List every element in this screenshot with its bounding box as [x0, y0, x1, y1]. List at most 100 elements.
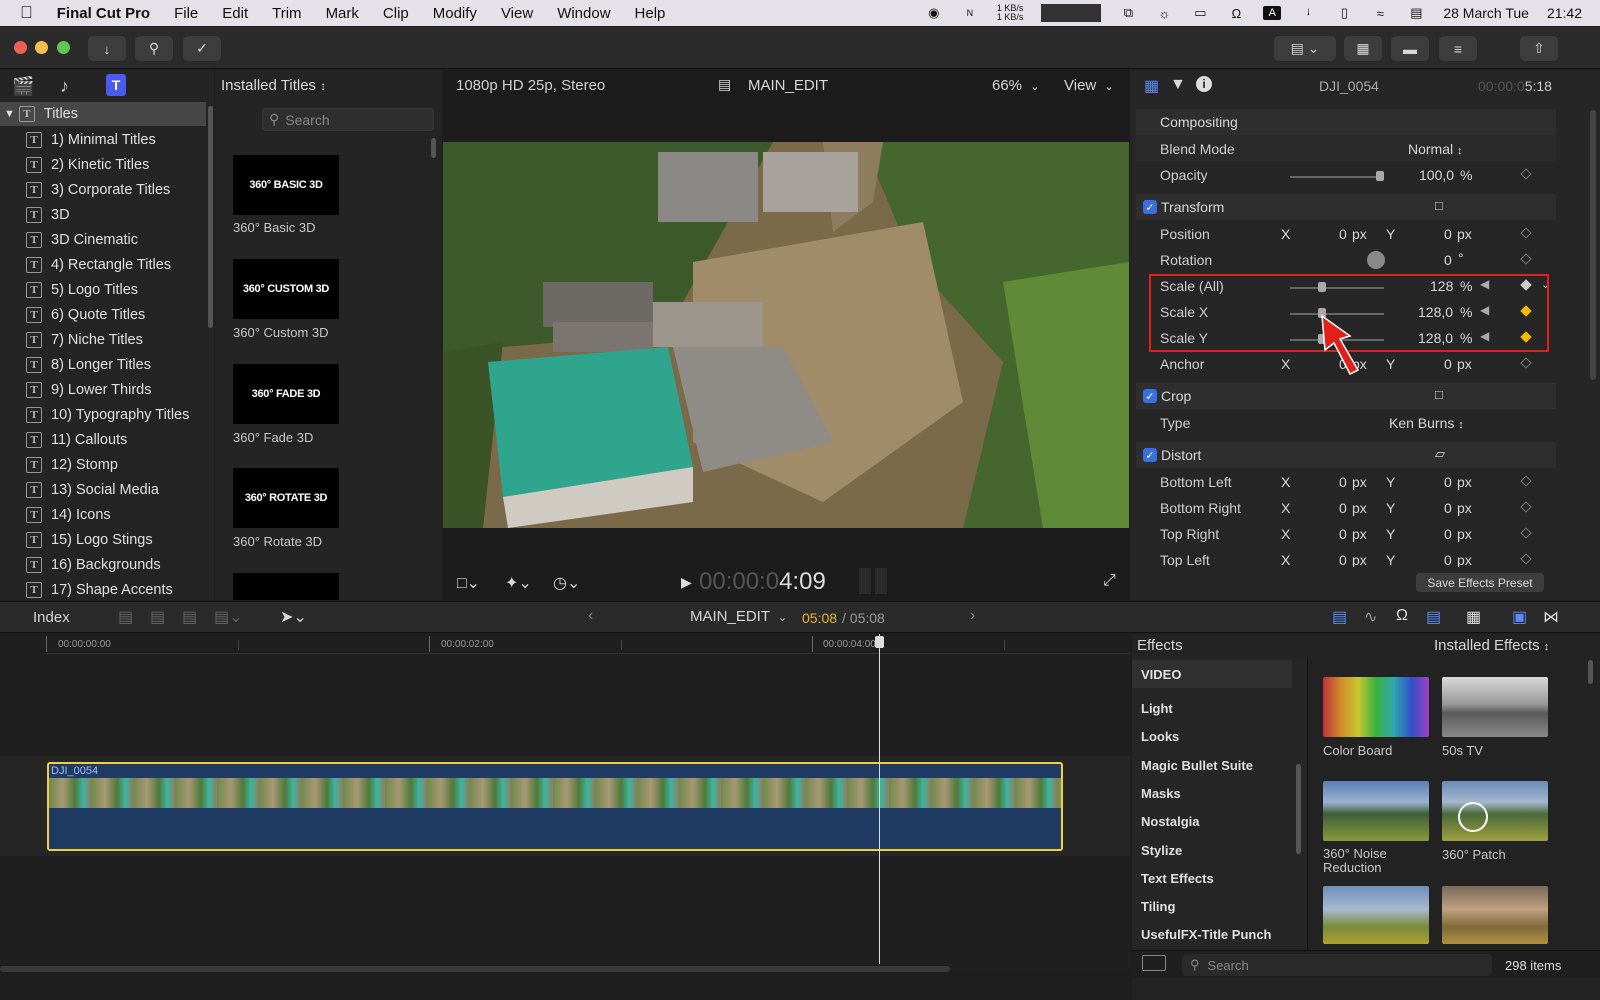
effect-thumb-partial[interactable] — [1442, 886, 1548, 944]
transform-tool-icon[interactable]: □⌄ — [457, 573, 480, 593]
updown-chevron-icon: ↕ — [1543, 641, 1550, 653]
filmstrip-icon[interactable]: ▦ — [1466, 607, 1481, 627]
index-button[interactable]: Index — [33, 609, 70, 626]
distort-bottom-right-label: Bottom Right — [1160, 500, 1241, 516]
y-label: Y — [1386, 474, 1396, 490]
x-label: X — [1281, 526, 1291, 542]
transitions-browser-icon[interactable]: ⋈ — [1543, 607, 1559, 627]
distort-y-value[interactable]: 0 — [1444, 500, 1452, 516]
distort-x-value[interactable]: 0 — [1339, 500, 1347, 516]
connect-clip-icon[interactable]: ▤ — [118, 607, 133, 627]
save-effects-preset-button[interactable]: Save Effects Preset — [1416, 573, 1544, 592]
timecode-dim: 00:00:0 — [699, 568, 780, 595]
sidebar-toggle-icon[interactable] — [1142, 955, 1166, 971]
effect-label: 50s TV — [1442, 743, 1483, 758]
effect-thumb-50s-tv[interactable] — [1442, 677, 1548, 737]
distort-x-value[interactable]: 0 — [1339, 552, 1347, 567]
distort-y-value[interactable]: 0 — [1444, 474, 1452, 490]
px-unit: px — [1457, 474, 1472, 490]
clip-audio-area — [49, 808, 1061, 849]
clip-name: DJI_0054 — [51, 765, 99, 777]
distort-x-value[interactable]: 0 — [1339, 474, 1347, 490]
x-label: X — [1281, 474, 1291, 490]
sidebar-item[interactable]: T 17) Shape Accents — [0, 577, 206, 602]
effect-thumb-color-board[interactable] — [1323, 677, 1429, 737]
timeline-scrollbar[interactable] — [0, 966, 950, 972]
timeline-toolbar: Index ▤ ▤ ▤ ▤⌄ ➤⌄ ‹ MAIN_EDIT ⌄ 05:08 / … — [0, 601, 1600, 633]
playhead-marker[interactable] — [875, 636, 884, 648]
select-tool-icon[interactable]: ➤⌄ — [280, 607, 307, 627]
px-unit: px — [1457, 552, 1472, 567]
timeline-ruler[interactable] — [46, 634, 1130, 654]
y-label: Y — [1386, 526, 1396, 542]
effect-thumb-partial[interactable] — [1323, 886, 1429, 944]
effects-count: 298 items — [1505, 958, 1562, 973]
audio-waveform-icon[interactable]: ∿ — [1364, 607, 1377, 627]
effect-label: 360° Patch — [1442, 847, 1506, 862]
keyframe-diamond-icon[interactable] — [1520, 501, 1532, 513]
ruler-label: 00:00:04:00 — [823, 639, 876, 650]
append-clip-icon[interactable]: ▤ — [182, 607, 197, 627]
keyframe-diamond-icon[interactable] — [1520, 553, 1532, 565]
x-label: X — [1281, 552, 1291, 567]
distort-top-left-label: Top Left — [1160, 552, 1210, 567]
effect-thumb-noise-reduction[interactable] — [1323, 781, 1429, 841]
effects-category-item[interactable]: Tiling — [1141, 899, 1175, 914]
effects-category-item[interactable]: Looks — [1141, 729, 1179, 744]
play-button[interactable]: ▶ — [681, 574, 692, 591]
effect-label: 360° Noise Reduction — [1323, 846, 1387, 875]
effects-browser-icon[interactable]: ▣ — [1512, 607, 1527, 627]
ruler-tick — [238, 640, 239, 650]
timeline-clip[interactable]: DJI_0054 — [47, 762, 1063, 851]
retime-speed-icon[interactable]: ◷⌄ — [553, 573, 580, 593]
px-unit: px — [1352, 500, 1367, 516]
effects-grid-scrollbar[interactable] — [1588, 660, 1593, 684]
chevron-down-icon: ⌄ — [777, 612, 788, 624]
save-preset-label: Save Effects Preset — [1427, 575, 1533, 590]
effects-category-item[interactable]: Nostalgia — [1141, 814, 1200, 829]
effects-category-item[interactable]: Light — [1141, 701, 1173, 716]
timeline-project-menu[interactable]: MAIN_EDIT ⌄ — [690, 608, 787, 625]
y-label: Y — [1386, 500, 1396, 516]
effects-category-item[interactable]: Text Effects — [1141, 871, 1214, 886]
sidebar-item-label: 17) Shape Accents — [51, 581, 173, 598]
px-unit: px — [1352, 474, 1367, 490]
effects-title: Effects — [1137, 637, 1183, 654]
keyframe-diamond-icon[interactable] — [1520, 527, 1532, 539]
previous-arrow-icon[interactable]: ‹ — [588, 607, 593, 625]
effects-category-item[interactable]: Stylize — [1141, 843, 1182, 858]
effects-category-item[interactable]: Masks — [1141, 786, 1181, 801]
effects-category-item[interactable]: Magic Bullet Suite — [1141, 758, 1253, 773]
ruler-tick — [621, 640, 622, 650]
y-label: Y — [1386, 552, 1396, 567]
audio-meter — [859, 568, 871, 594]
distort-bottom-left-label: Bottom Left — [1160, 474, 1232, 490]
timeline-area[interactable]: 00:00:00:00 00:00:02:00 00:00:04:00 DJI_… — [0, 634, 1130, 972]
effects-search-field[interactable]: ⚲ Search — [1182, 954, 1492, 976]
distort-x-value[interactable]: 0 — [1339, 526, 1347, 542]
next-arrow-icon[interactable]: › — [970, 607, 975, 625]
effects-category-scrollbar[interactable] — [1296, 764, 1301, 854]
ruler-tick — [429, 636, 430, 652]
ruler-tick — [46, 636, 47, 652]
snapping-icon[interactable]: ▤ — [1426, 607, 1441, 627]
effects-category-item[interactable]: UsefulFX-Title Punch — [1141, 927, 1272, 942]
fullscreen-icon[interactable]: ⤢ — [1103, 572, 1116, 590]
distort-y-value[interactable]: 0 — [1444, 526, 1452, 542]
ruler-tick — [1004, 640, 1005, 650]
headphones-icon[interactable]: Ω — [1396, 607, 1408, 625]
px-unit: px — [1457, 526, 1472, 542]
distort-y-value[interactable]: 0 — [1444, 552, 1452, 567]
distort-top-right-label: Top Right — [1160, 526, 1220, 542]
keyframe-diamond-icon[interactable] — [1520, 475, 1532, 487]
effects-collection-menu[interactable]: Installed Effects ↕ — [1434, 637, 1549, 654]
effects-search-placeholder: Search — [1207, 957, 1249, 973]
enhance-wand-icon[interactable]: ✦⌄ — [505, 573, 532, 593]
viewer-timecode[interactable]: 00:00:04:09 — [699, 568, 826, 596]
title-thumb-partial[interactable] — [233, 573, 339, 600]
playhead[interactable] — [879, 634, 880, 964]
overwrite-clip-icon[interactable]: ▤⌄ — [214, 607, 243, 627]
video-only-icon[interactable]: ▤ — [1332, 607, 1347, 627]
insert-clip-icon[interactable]: ▤ — [150, 607, 165, 627]
ruler-label: 00:00:00:00 — [58, 639, 111, 650]
